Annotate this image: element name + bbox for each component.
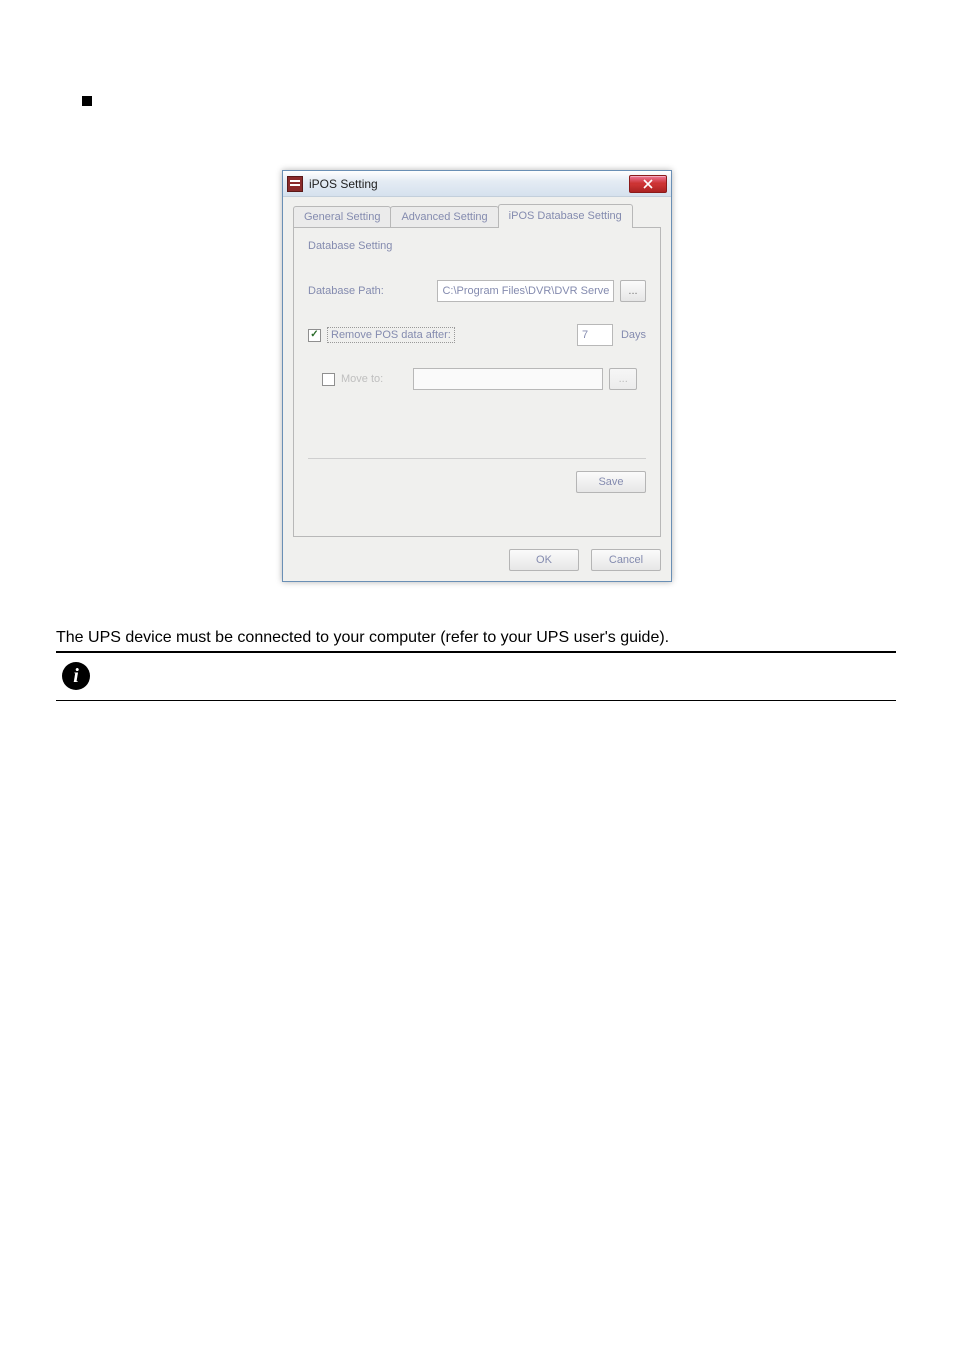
row-remove-after: Remove POS data after: Days bbox=[308, 324, 646, 346]
save-row: Save bbox=[308, 458, 646, 493]
label-days-unit: Days bbox=[621, 329, 646, 341]
tab-general[interactable]: General Setting bbox=[293, 206, 391, 228]
label-move-to: Move to: bbox=[341, 373, 383, 385]
checkbox-remove-after[interactable] bbox=[308, 329, 321, 342]
input-move-to-path bbox=[413, 368, 603, 390]
tab-panel-database: Database Setting Database Path: ... Remo… bbox=[293, 227, 661, 537]
dialog-footer: OK Cancel bbox=[293, 549, 661, 571]
divider-bottom bbox=[56, 700, 896, 701]
row-database-path: Database Path: ... bbox=[308, 280, 646, 302]
input-database-path[interactable] bbox=[437, 280, 613, 302]
tab-database[interactable]: iPOS Database Setting bbox=[498, 204, 633, 228]
tabs: General Setting Advanced Setting iPOS Da… bbox=[293, 206, 661, 228]
info-icon: i bbox=[62, 662, 90, 690]
label-remove-after-text: Remove POS data after: bbox=[327, 327, 455, 343]
browse-database-path-button[interactable]: ... bbox=[620, 280, 646, 302]
body-paragraph: The UPS device must be connected to your… bbox=[56, 629, 669, 647]
close-icon bbox=[643, 179, 653, 189]
save-button[interactable]: Save bbox=[576, 471, 646, 493]
section-title: Database Setting bbox=[308, 240, 646, 252]
label-remove-after: Remove POS data after: bbox=[308, 327, 455, 343]
ok-button[interactable]: OK bbox=[509, 549, 579, 571]
input-remove-days[interactable] bbox=[577, 324, 613, 346]
divider-top bbox=[56, 651, 896, 653]
tab-advanced[interactable]: Advanced Setting bbox=[390, 206, 498, 228]
cancel-button[interactable]: Cancel bbox=[591, 549, 661, 571]
browse-move-to-button: ... bbox=[609, 368, 637, 390]
ipos-setting-dialog: iPOS Setting General Setting Advanced Se… bbox=[282, 170, 672, 582]
bullet-square bbox=[82, 96, 92, 106]
checkbox-move-to[interactable] bbox=[322, 373, 335, 386]
close-button[interactable] bbox=[629, 175, 667, 193]
row-move-to: Move to: ... bbox=[308, 368, 646, 390]
app-icon bbox=[287, 176, 303, 192]
dialog-title: iPOS Setting bbox=[309, 177, 629, 191]
dialog-content: General Setting Advanced Setting iPOS Da… bbox=[283, 197, 671, 581]
titlebar[interactable]: iPOS Setting bbox=[283, 171, 671, 197]
label-database-path: Database Path: bbox=[308, 285, 437, 297]
